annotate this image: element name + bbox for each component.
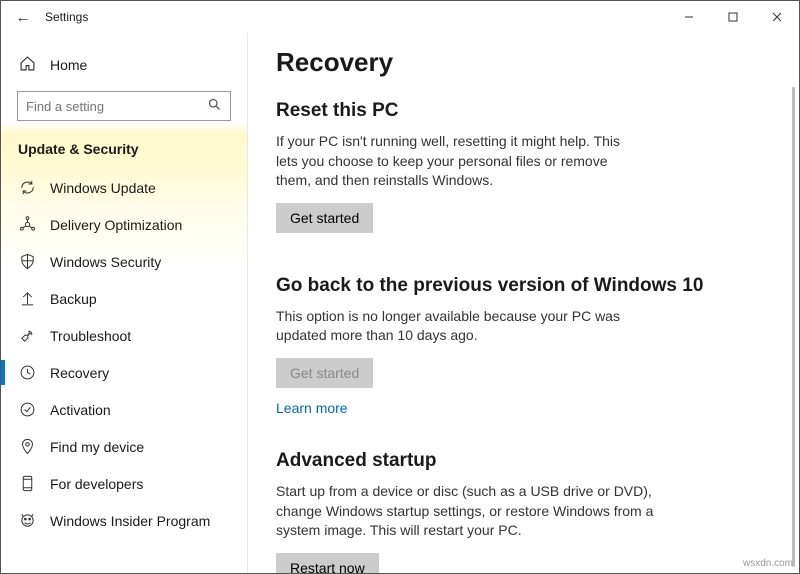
recovery-icon xyxy=(19,364,36,381)
sidebar-item-backup[interactable]: Backup xyxy=(1,280,247,317)
sidebar-item-label: Recovery xyxy=(50,365,109,381)
maximize-button[interactable] xyxy=(711,1,755,33)
sidebar-item-label: Troubleshoot xyxy=(50,328,131,344)
goback-desc: This option is no longer available becau… xyxy=(276,307,626,346)
home-icon xyxy=(19,55,36,75)
sidebar-item-for-developers[interactable]: For developers xyxy=(1,465,247,502)
developers-icon xyxy=(19,475,36,492)
home-label: Home xyxy=(50,57,87,73)
advanced-section: Advanced startup Start up from a device … xyxy=(276,450,771,573)
titlebar: ← Settings xyxy=(1,1,799,33)
home-nav[interactable]: Home xyxy=(1,49,247,81)
sidebar-item-delivery-optimization[interactable]: Delivery Optimization xyxy=(1,206,247,243)
search-icon xyxy=(207,97,222,115)
advanced-desc: Start up from a device or disc (such as … xyxy=(276,482,676,541)
sidebar-item-label: Windows Security xyxy=(50,254,161,270)
delivery-icon xyxy=(19,216,36,233)
back-button[interactable]: ← xyxy=(9,9,37,26)
search-input[interactable] xyxy=(17,91,231,121)
reset-heading: Reset this PC xyxy=(276,100,771,122)
insider-icon xyxy=(19,512,36,529)
content-pane: Recovery Reset this PC If your PC isn't … xyxy=(248,33,799,573)
reset-section: Reset this PC If your PC isn't running w… xyxy=(276,100,771,241)
close-button[interactable] xyxy=(755,1,799,33)
page-title: Recovery xyxy=(276,47,771,78)
reset-get-started-button[interactable]: Get started xyxy=(276,203,373,233)
sidebar: Home Update & Security Windows Update De… xyxy=(1,33,248,573)
sidebar-item-label: Find my device xyxy=(50,439,144,455)
sidebar-item-recovery[interactable]: Recovery xyxy=(1,354,247,391)
sidebar-item-label: Delivery Optimization xyxy=(50,217,182,233)
goback-section: Go back to the previous version of Windo… xyxy=(276,275,771,416)
search-field[interactable] xyxy=(26,99,207,114)
sidebar-item-windows-update[interactable]: Windows Update xyxy=(1,169,247,206)
sidebar-item-label: Windows Insider Program xyxy=(50,513,210,529)
check-icon xyxy=(19,401,36,418)
sidebar-item-label: Backup xyxy=(50,291,97,307)
window-title: Settings xyxy=(45,10,88,24)
backup-icon xyxy=(19,290,36,307)
settings-window: ← Settings Home Update & Security Window… xyxy=(0,0,800,574)
sidebar-item-label: For developers xyxy=(50,476,143,492)
window-controls xyxy=(667,1,799,33)
learn-more-link[interactable]: Learn more xyxy=(276,400,348,416)
restart-now-button[interactable]: Restart now xyxy=(276,553,379,573)
sidebar-item-find-my-device[interactable]: Find my device xyxy=(1,428,247,465)
minimize-button[interactable] xyxy=(667,1,711,33)
sidebar-item-windows-insider[interactable]: Windows Insider Program xyxy=(1,502,247,539)
shield-icon xyxy=(19,253,36,270)
sidebar-item-label: Windows Update xyxy=(50,180,156,196)
wrench-icon xyxy=(19,327,36,344)
sidebar-item-windows-security[interactable]: Windows Security xyxy=(1,243,247,280)
watermark: wsxdn.com xyxy=(743,558,793,569)
sidebar-item-label: Activation xyxy=(50,402,111,418)
location-icon xyxy=(19,438,36,455)
sidebar-item-troubleshoot[interactable]: Troubleshoot xyxy=(1,317,247,354)
section-header: Update & Security xyxy=(1,135,247,169)
sync-icon xyxy=(19,179,36,196)
goback-get-started-button: Get started xyxy=(276,358,373,388)
goback-heading: Go back to the previous version of Windo… xyxy=(276,275,771,297)
advanced-heading: Advanced startup xyxy=(276,450,771,472)
sidebar-item-activation[interactable]: Activation xyxy=(1,391,247,428)
reset-desc: If your PC isn't running well, resetting… xyxy=(276,132,626,191)
